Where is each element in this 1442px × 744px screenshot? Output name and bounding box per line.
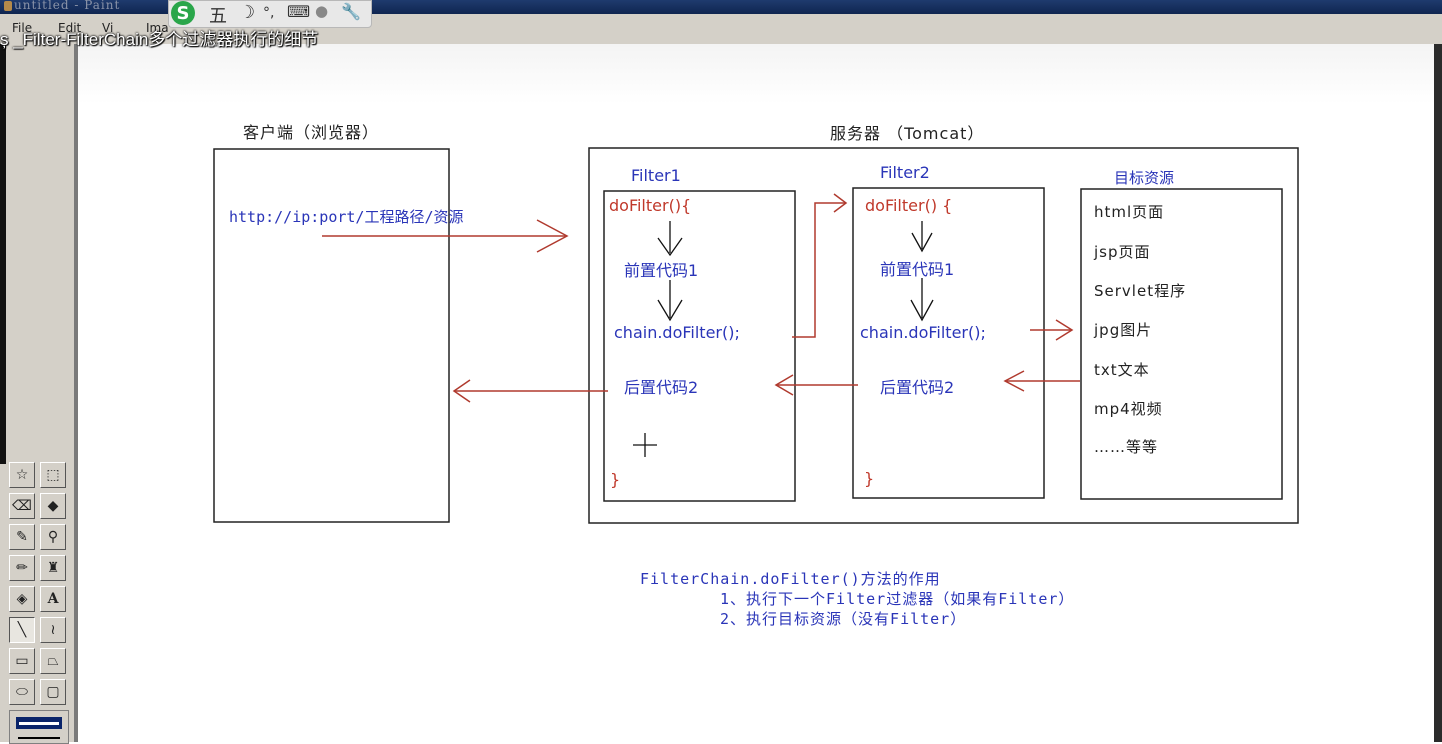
filter1-box bbox=[603, 190, 796, 502]
client-heading: 客户端（浏览器） bbox=[243, 123, 380, 142]
resource-item: txt文本 bbox=[1094, 361, 1150, 379]
filter2-box bbox=[852, 187, 1045, 499]
client-box bbox=[213, 148, 450, 523]
filter2-close: } bbox=[864, 469, 875, 488]
resources-heading: 目标资源 bbox=[1114, 169, 1175, 187]
resource-to-filter2-arrow bbox=[1003, 370, 1080, 392]
notes-title: FilterChain.doFilter()方法的作用 bbox=[640, 570, 941, 588]
resource-item: mp4视频 bbox=[1094, 400, 1163, 418]
filter1-post: 后置代码2 bbox=[624, 378, 699, 397]
diagram-shapes bbox=[213, 147, 1299, 524]
filter2-open: doFilter() { bbox=[865, 196, 953, 215]
filter1-chain: chain.doFilter(); bbox=[614, 323, 740, 342]
filter1-to-filter2-arrow bbox=[792, 193, 848, 338]
notes-line-1: 1、执行下一个Filter过滤器（如果有Filter） bbox=[720, 590, 1075, 608]
filter2-post: 后置代码2 bbox=[880, 378, 955, 397]
filter2-to-resource-arrow bbox=[1030, 319, 1074, 341]
resource-item: jsp页面 bbox=[1094, 243, 1151, 261]
notes-line-2: 2、执行目标资源（没有Filter） bbox=[720, 610, 967, 628]
client-url: http://ip:port/工程路径/资源 bbox=[229, 208, 464, 226]
resource-item: ……等等 bbox=[1094, 438, 1159, 456]
filter1-pre: 前置代码1 bbox=[624, 261, 699, 280]
filter1-close: } bbox=[610, 470, 621, 489]
resource-item: jpg图片 bbox=[1094, 321, 1153, 339]
filter1-name: Filter1 bbox=[631, 166, 681, 185]
resource-item: Servlet程序 bbox=[1094, 282, 1187, 300]
response-arrow bbox=[452, 379, 608, 403]
filter2-pre: 前置代码1 bbox=[880, 260, 955, 279]
filter2-chain: chain.doFilter(); bbox=[860, 323, 986, 342]
resource-item: html页面 bbox=[1094, 203, 1165, 221]
filter1-open: doFilter(){ bbox=[609, 196, 692, 215]
video-title: ș _Filter-FilterChain多个过滤器执行的细节 bbox=[0, 30, 319, 49]
filter2-to-filter1-arrow bbox=[774, 374, 858, 396]
filter2-name: Filter2 bbox=[880, 163, 930, 182]
server-heading: 服务器 （Tomcat） bbox=[830, 124, 985, 143]
crosshair-cursor-icon bbox=[633, 433, 657, 457]
